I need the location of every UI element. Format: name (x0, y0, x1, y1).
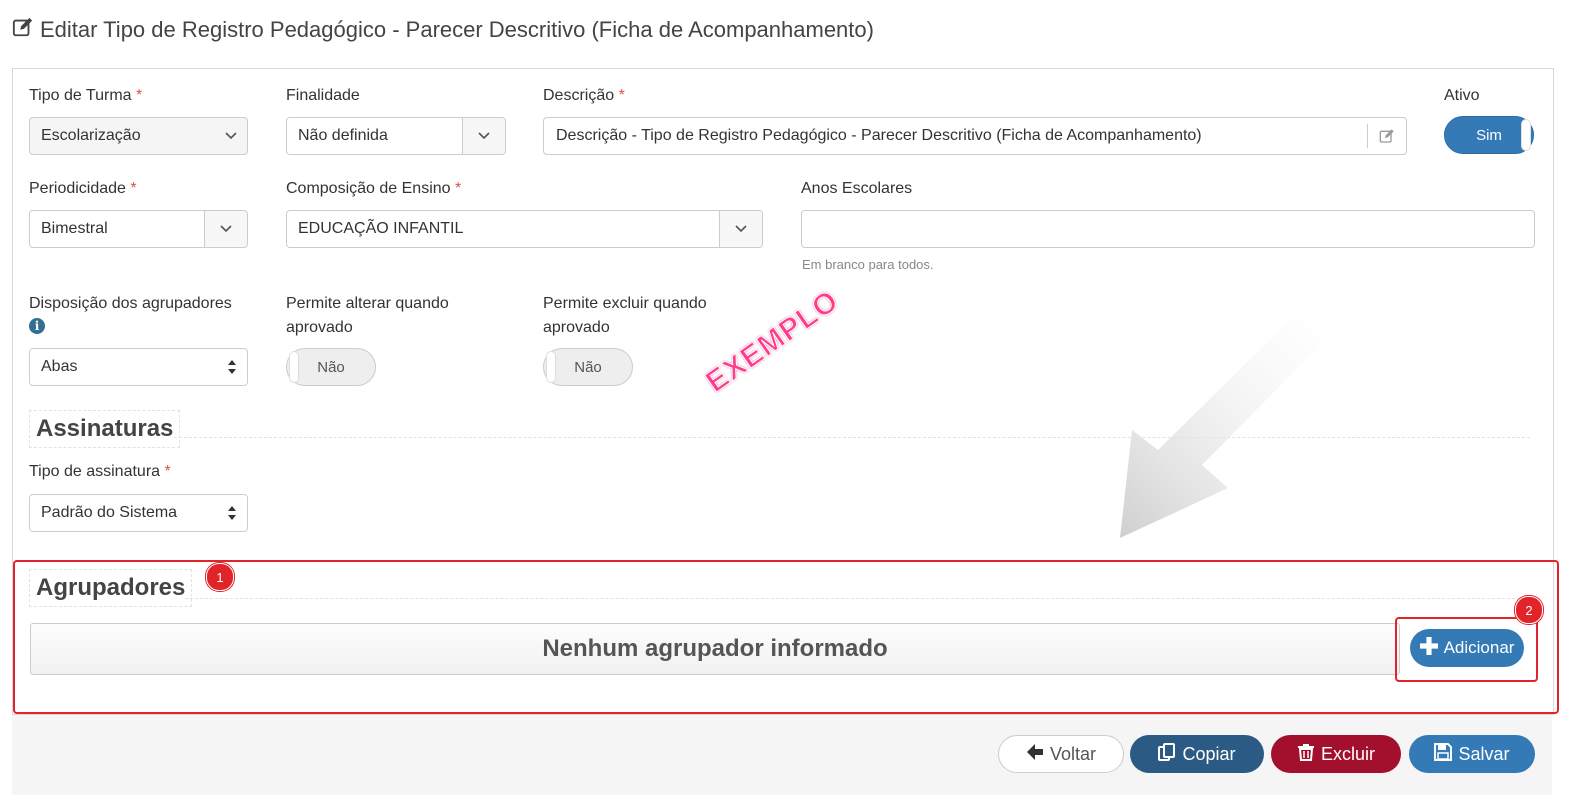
page-title-text: Editar Tipo de Registro Pedagógico - Par… (40, 17, 874, 42)
descricao-label: Descrição * (543, 87, 625, 104)
tipo-turma-select[interactable]: Escolarização (29, 117, 248, 155)
disposicao-label: Disposição dos agrupadores (29, 295, 232, 312)
periodicidade-select[interactable]: Bimestral (29, 210, 248, 248)
sort-updown-icon (227, 495, 237, 531)
permite-alterar-label: Permite alterar quando aprovado (286, 295, 449, 336)
toggle-knob (1521, 119, 1531, 151)
save-icon (1434, 742, 1453, 766)
permite-excluir-label: Permite excluir quando aprovado (543, 295, 707, 336)
anos-escolares-hint: Em branco para todos. (802, 257, 934, 272)
chevron-down-icon[interactable] (719, 211, 762, 247)
edit-icon[interactable] (1367, 124, 1406, 148)
composicao-label: Composição de Ensino * (286, 180, 462, 197)
anos-escolares-input[interactable] (801, 210, 1535, 248)
agrupadores-empty-state: Nenhum agrupador informado (30, 623, 1400, 675)
tipo-assinatura-label: Tipo de assinatura * (29, 463, 171, 480)
agrupadores-heading: Agrupadores (29, 569, 193, 607)
periodicidade-label: Periodicidade * (29, 180, 137, 197)
anos-escolares-label: Anos Escolares (801, 180, 913, 197)
finalidade-label: Finalidade (286, 87, 360, 104)
disposicao-select[interactable]: Abas (29, 348, 248, 386)
chevron-down-icon[interactable] (462, 118, 505, 154)
permite-excluir-toggle[interactable]: Não (543, 348, 633, 386)
section-divider (174, 437, 1530, 438)
toggle-knob (289, 351, 299, 383)
excluir-button[interactable]: Excluir (1271, 735, 1401, 773)
tipo-turma-label: Tipo de Turma * (29, 87, 143, 104)
salvar-button[interactable]: Salvar (1409, 735, 1535, 773)
copiar-button[interactable]: Copiar (1130, 735, 1264, 773)
permite-alterar-toggle[interactable]: Não (286, 348, 376, 386)
ativo-toggle[interactable]: Sim (1444, 116, 1534, 154)
toggle-knob (546, 351, 556, 383)
trash-icon (1297, 743, 1315, 766)
sort-updown-icon (227, 349, 237, 385)
tipo-assinatura-select[interactable]: Padrão do Sistema (29, 494, 248, 532)
voltar-button[interactable]: Voltar (998, 735, 1124, 773)
annotation-badge-1: 1 (206, 563, 234, 591)
chevron-down-icon[interactable] (204, 211, 247, 247)
annotation-badge-2: 2 (1515, 596, 1543, 624)
finalidade-select[interactable]: Não definida (286, 117, 506, 155)
chevron-down-icon (225, 118, 237, 154)
edit-icon (12, 16, 34, 44)
page-title: Editar Tipo de Registro Pedagógico - Par… (12, 16, 874, 44)
adicionar-button[interactable]: Adicionar (1410, 629, 1524, 667)
plus-icon (1419, 636, 1438, 660)
arrow-left-icon (1026, 743, 1044, 766)
descricao-input[interactable]: Descrição - Tipo de Registro Pedagógico … (543, 117, 1407, 155)
ativo-label: Ativo (1444, 87, 1480, 104)
copy-icon (1158, 742, 1176, 766)
info-icon[interactable]: i (29, 318, 45, 334)
arrow-annotation-icon (1120, 300, 1360, 538)
composicao-select[interactable]: EDUCAÇÃO INFANTIL (286, 210, 763, 248)
assinaturas-heading: Assinaturas (29, 410, 181, 448)
section-divider (185, 598, 1530, 599)
